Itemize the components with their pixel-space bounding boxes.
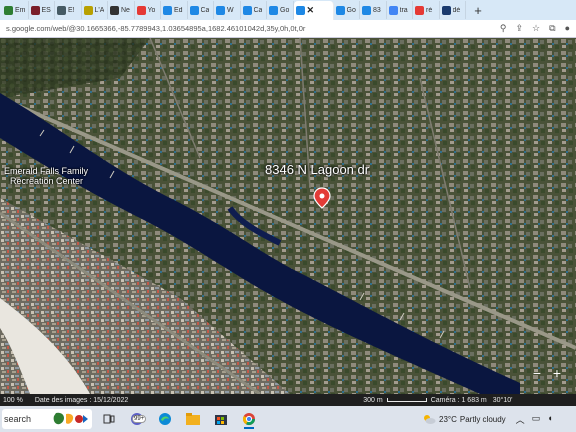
- weather-widget[interactable]: 23°C Partly cloudy: [422, 413, 506, 425]
- edge-browser-icon[interactable]: [154, 409, 176, 429]
- tab-favicon-icon: [4, 5, 13, 15]
- satellite-imagery: [0, 38, 576, 394]
- microsoft-store-icon[interactable]: [210, 409, 232, 429]
- browser-tab[interactable]: Yo: [135, 1, 161, 19]
- tab-label: ES: [41, 6, 51, 14]
- tab-label: dé: [452, 6, 461, 14]
- tab-favicon-icon: [335, 5, 345, 15]
- tab-favicon-icon: [30, 5, 40, 15]
- browser-tab[interactable]: 83: [360, 1, 387, 19]
- share-icon[interactable]: ⇪: [516, 23, 524, 34]
- place-label-line-1: Emerald Falls Family: [4, 166, 89, 176]
- tab-favicon-icon: [216, 5, 225, 15]
- address-bar[interactable]: s.google.com/web/@30.1665366,-85.7789943…: [0, 20, 576, 38]
- tab-favicon-icon: [362, 5, 371, 15]
- tab-label: Em: [15, 6, 26, 14]
- zoom-controls: − +: [530, 366, 564, 380]
- tab-label: tra: [399, 6, 408, 14]
- tab-favicon-icon: [136, 5, 146, 15]
- volume-icon[interactable]: ◖: [547, 413, 552, 426]
- imagery-date: Date des images : 15/12/2022: [34, 396, 129, 404]
- tab-favicon-icon: [441, 5, 451, 15]
- browser-tab[interactable]: ES: [29, 1, 55, 19]
- tab-strip: Em ES E! L'A Ne Yo Ed Ca W Ca Go ✕ Go 83 tra ré dé +: [0, 0, 576, 20]
- browser-tab[interactable]: L'A: [82, 1, 108, 19]
- address-label[interactable]: 8346 N Lagoon dr: [265, 162, 369, 177]
- browser-tab[interactable]: Ed: [161, 1, 188, 19]
- place-label-line-2: Recreation Center: [10, 176, 84, 186]
- tab-label: Ne: [121, 6, 130, 14]
- browser-tab[interactable]: Ne: [108, 1, 135, 19]
- tab-favicon-icon: [57, 5, 66, 15]
- browser-tab[interactable]: ré: [413, 1, 440, 19]
- browser-tab[interactable]: E!: [55, 1, 82, 19]
- tray-chevron-up-icon[interactable]: ︿: [516, 413, 525, 426]
- system-tray: ︿ ▭ ◖: [516, 413, 553, 426]
- tab-label: Ca: [253, 6, 263, 14]
- coordinates: 30°10': [492, 396, 513, 404]
- tab-active[interactable]: ✕: [293, 1, 334, 20]
- browser-tab[interactable]: Ca: [241, 1, 267, 19]
- search-text: search: [4, 414, 32, 424]
- tab-favicon-icon: [415, 5, 424, 15]
- temperature: 23°C: [439, 414, 457, 424]
- weather-text: Partly cloudy: [459, 414, 506, 424]
- browser-tab[interactable]: W: [214, 1, 241, 19]
- url-text[interactable]: s.google.com/web/@30.1665366,-85.7789943…: [6, 24, 500, 33]
- tab-label: Ca: [200, 6, 210, 14]
- address-bar-icons: ⚲ ⇪ ☆ ⧉ ●: [500, 23, 576, 34]
- tab-label: L'A: [94, 6, 105, 14]
- tab-label: W: [227, 6, 234, 14]
- browser-tab[interactable]: Ca: [188, 1, 214, 19]
- tab-label: ré: [426, 6, 433, 14]
- task-view-icon[interactable]: [98, 409, 120, 429]
- taskbar: search 99+ 23°C Partly cloudy ︿ ▭ ◖: [0, 406, 576, 432]
- search-highlight-art-icon: [53, 412, 88, 425]
- browser-tab[interactable]: Go: [267, 1, 294, 19]
- place-label[interactable]: Emerald Falls Family Recreation Center: [4, 166, 88, 186]
- chrome-icon[interactable]: [238, 409, 260, 429]
- teams-chat-icon[interactable]: 99+: [126, 409, 148, 429]
- zoom-in-button[interactable]: +: [550, 366, 564, 380]
- zoom-icon[interactable]: ⚲: [500, 23, 507, 34]
- new-tab-button[interactable]: +: [470, 3, 486, 18]
- map-status-bar: 100 % Date des images : 15/12/2022 300 m…: [0, 394, 576, 406]
- tab-favicon-icon: [242, 5, 252, 15]
- bookmark-star-icon[interactable]: ☆: [532, 23, 540, 34]
- tab-favicon-icon: [295, 6, 305, 15]
- partly-cloudy-icon: [424, 415, 436, 424]
- tab-favicon-icon: [269, 5, 278, 15]
- taskbar-search[interactable]: search: [2, 409, 92, 429]
- browser-tab[interactable]: Em: [2, 1, 29, 19]
- satellite-map[interactable]: 8346 N Lagoon dr Emerald Falls Family Re…: [0, 38, 576, 394]
- browser-tab[interactable]: dé: [440, 1, 466, 19]
- camera-altitude: Caméra : 1 683 m: [430, 396, 487, 404]
- tab-label: Go: [280, 6, 290, 14]
- scale-label: 300 m: [363, 396, 383, 404]
- tab-label: Yo: [147, 6, 156, 14]
- zoom-out-button[interactable]: −: [530, 366, 544, 380]
- tab-favicon-icon: [110, 5, 119, 15]
- scale-bar: [386, 398, 427, 402]
- tab-favicon-icon: [388, 5, 398, 15]
- tab-favicon-icon: [189, 5, 199, 15]
- tab-favicon-icon: [83, 5, 93, 15]
- tab-label: 83: [373, 6, 381, 14]
- extensions-icon[interactable]: ⧉: [549, 23, 555, 34]
- zoom-percent: 100 %: [3, 396, 23, 404]
- notification-badge: 99+: [132, 415, 147, 423]
- tab-label: Ed: [174, 6, 183, 14]
- tab-close-icon[interactable]: ✕: [307, 5, 315, 16]
- screen: Em ES E! L'A Ne Yo Ed Ca W Ca Go ✕ Go 83 tra ré dé + s.go…: [0, 0, 576, 432]
- file-explorer-icon[interactable]: [182, 409, 204, 429]
- tab-favicon-icon: [163, 5, 172, 15]
- browser-tab[interactable]: Go: [334, 1, 360, 19]
- network-icon[interactable]: ▭: [532, 413, 541, 426]
- profile-icon[interactable]: ●: [565, 23, 570, 34]
- browser-tab[interactable]: tra: [387, 1, 413, 19]
- tab-label: E!: [68, 6, 75, 14]
- tab-label: Go: [346, 6, 356, 14]
